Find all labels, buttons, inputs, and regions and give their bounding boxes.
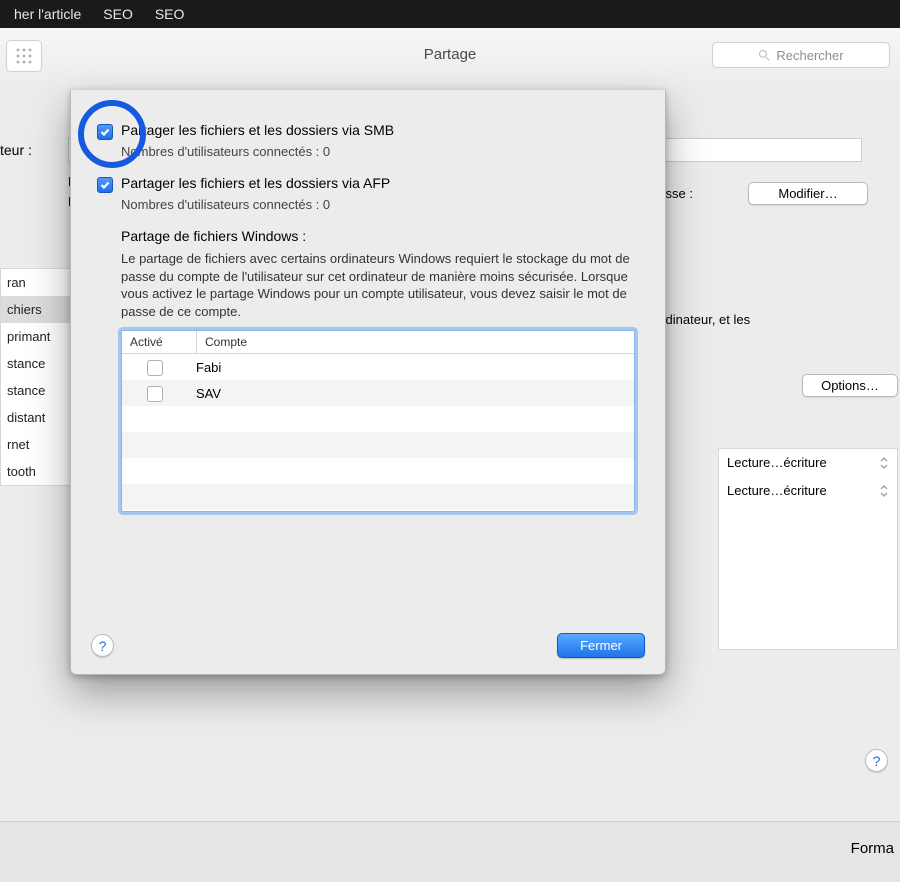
menu-item[interactable]: her l'article (14, 6, 81, 22)
menu-item[interactable]: SEO (103, 6, 133, 22)
window-toolbar: Partage Rechercher (0, 28, 900, 89)
permissions-list: Lecture…écriture Lecture…écriture (718, 448, 898, 650)
permission-value: Lecture…écriture (727, 449, 827, 477)
smb-info: Nombres d'utilisateurs connectés : 0 (121, 144, 645, 159)
account-checkbox[interactable] (147, 360, 163, 376)
menu-item[interactable]: SEO (155, 6, 185, 22)
account-name: SAV (188, 386, 634, 401)
close-button[interactable]: Fermer (557, 633, 645, 658)
account-row[interactable]: SAV (122, 380, 634, 406)
col-on: Activé (122, 331, 197, 353)
bottom-strip: Forma (0, 821, 900, 882)
account-checkbox[interactable] (147, 386, 163, 402)
accounts-header: Activé Compte (122, 331, 634, 354)
options-button[interactable]: Options… (802, 374, 898, 397)
menubar: her l'article SEO SEO (0, 0, 900, 28)
permission-row[interactable]: Lecture…écriture (719, 449, 897, 477)
permission-row[interactable]: Lecture…écriture (719, 477, 897, 505)
accounts-table[interactable]: Activé Compte Fabi SAV (121, 330, 635, 512)
options-sheet: Partager les fichiers et les dossiers vi… (70, 90, 666, 675)
format-label: Forma (851, 840, 894, 857)
stepper-icon (879, 456, 889, 470)
account-row[interactable]: Fabi (122, 354, 634, 380)
modify-button[interactable]: Modifier… (748, 182, 868, 205)
afp-label: Partager les fichiers et les dossiers vi… (121, 175, 390, 191)
smb-checkbox[interactable] (97, 124, 113, 140)
afp-checkbox[interactable] (97, 177, 113, 193)
windows-sharing-desc: Le partage de fichiers avec certains ord… (121, 250, 635, 320)
computer-name-label: teur : (0, 142, 32, 158)
smb-label: Partager les fichiers et les dossiers vi… (121, 122, 394, 138)
search-icon (758, 49, 770, 61)
permission-value: Lecture…écriture (727, 477, 827, 505)
search-field[interactable]: Rechercher (712, 42, 890, 68)
search-placeholder: Rechercher (776, 48, 843, 63)
col-account: Compte (197, 331, 634, 353)
account-name: Fabi (188, 360, 634, 375)
description-text: ordinateur, et les (654, 312, 750, 327)
sheet-help-button[interactable]: ? (91, 634, 114, 657)
afp-info: Nombres d'utilisateurs connectés : 0 (121, 197, 645, 212)
help-button[interactable]: ? (865, 749, 888, 772)
stepper-icon (879, 484, 889, 498)
windows-sharing-title: Partage de fichiers Windows : (121, 228, 645, 244)
